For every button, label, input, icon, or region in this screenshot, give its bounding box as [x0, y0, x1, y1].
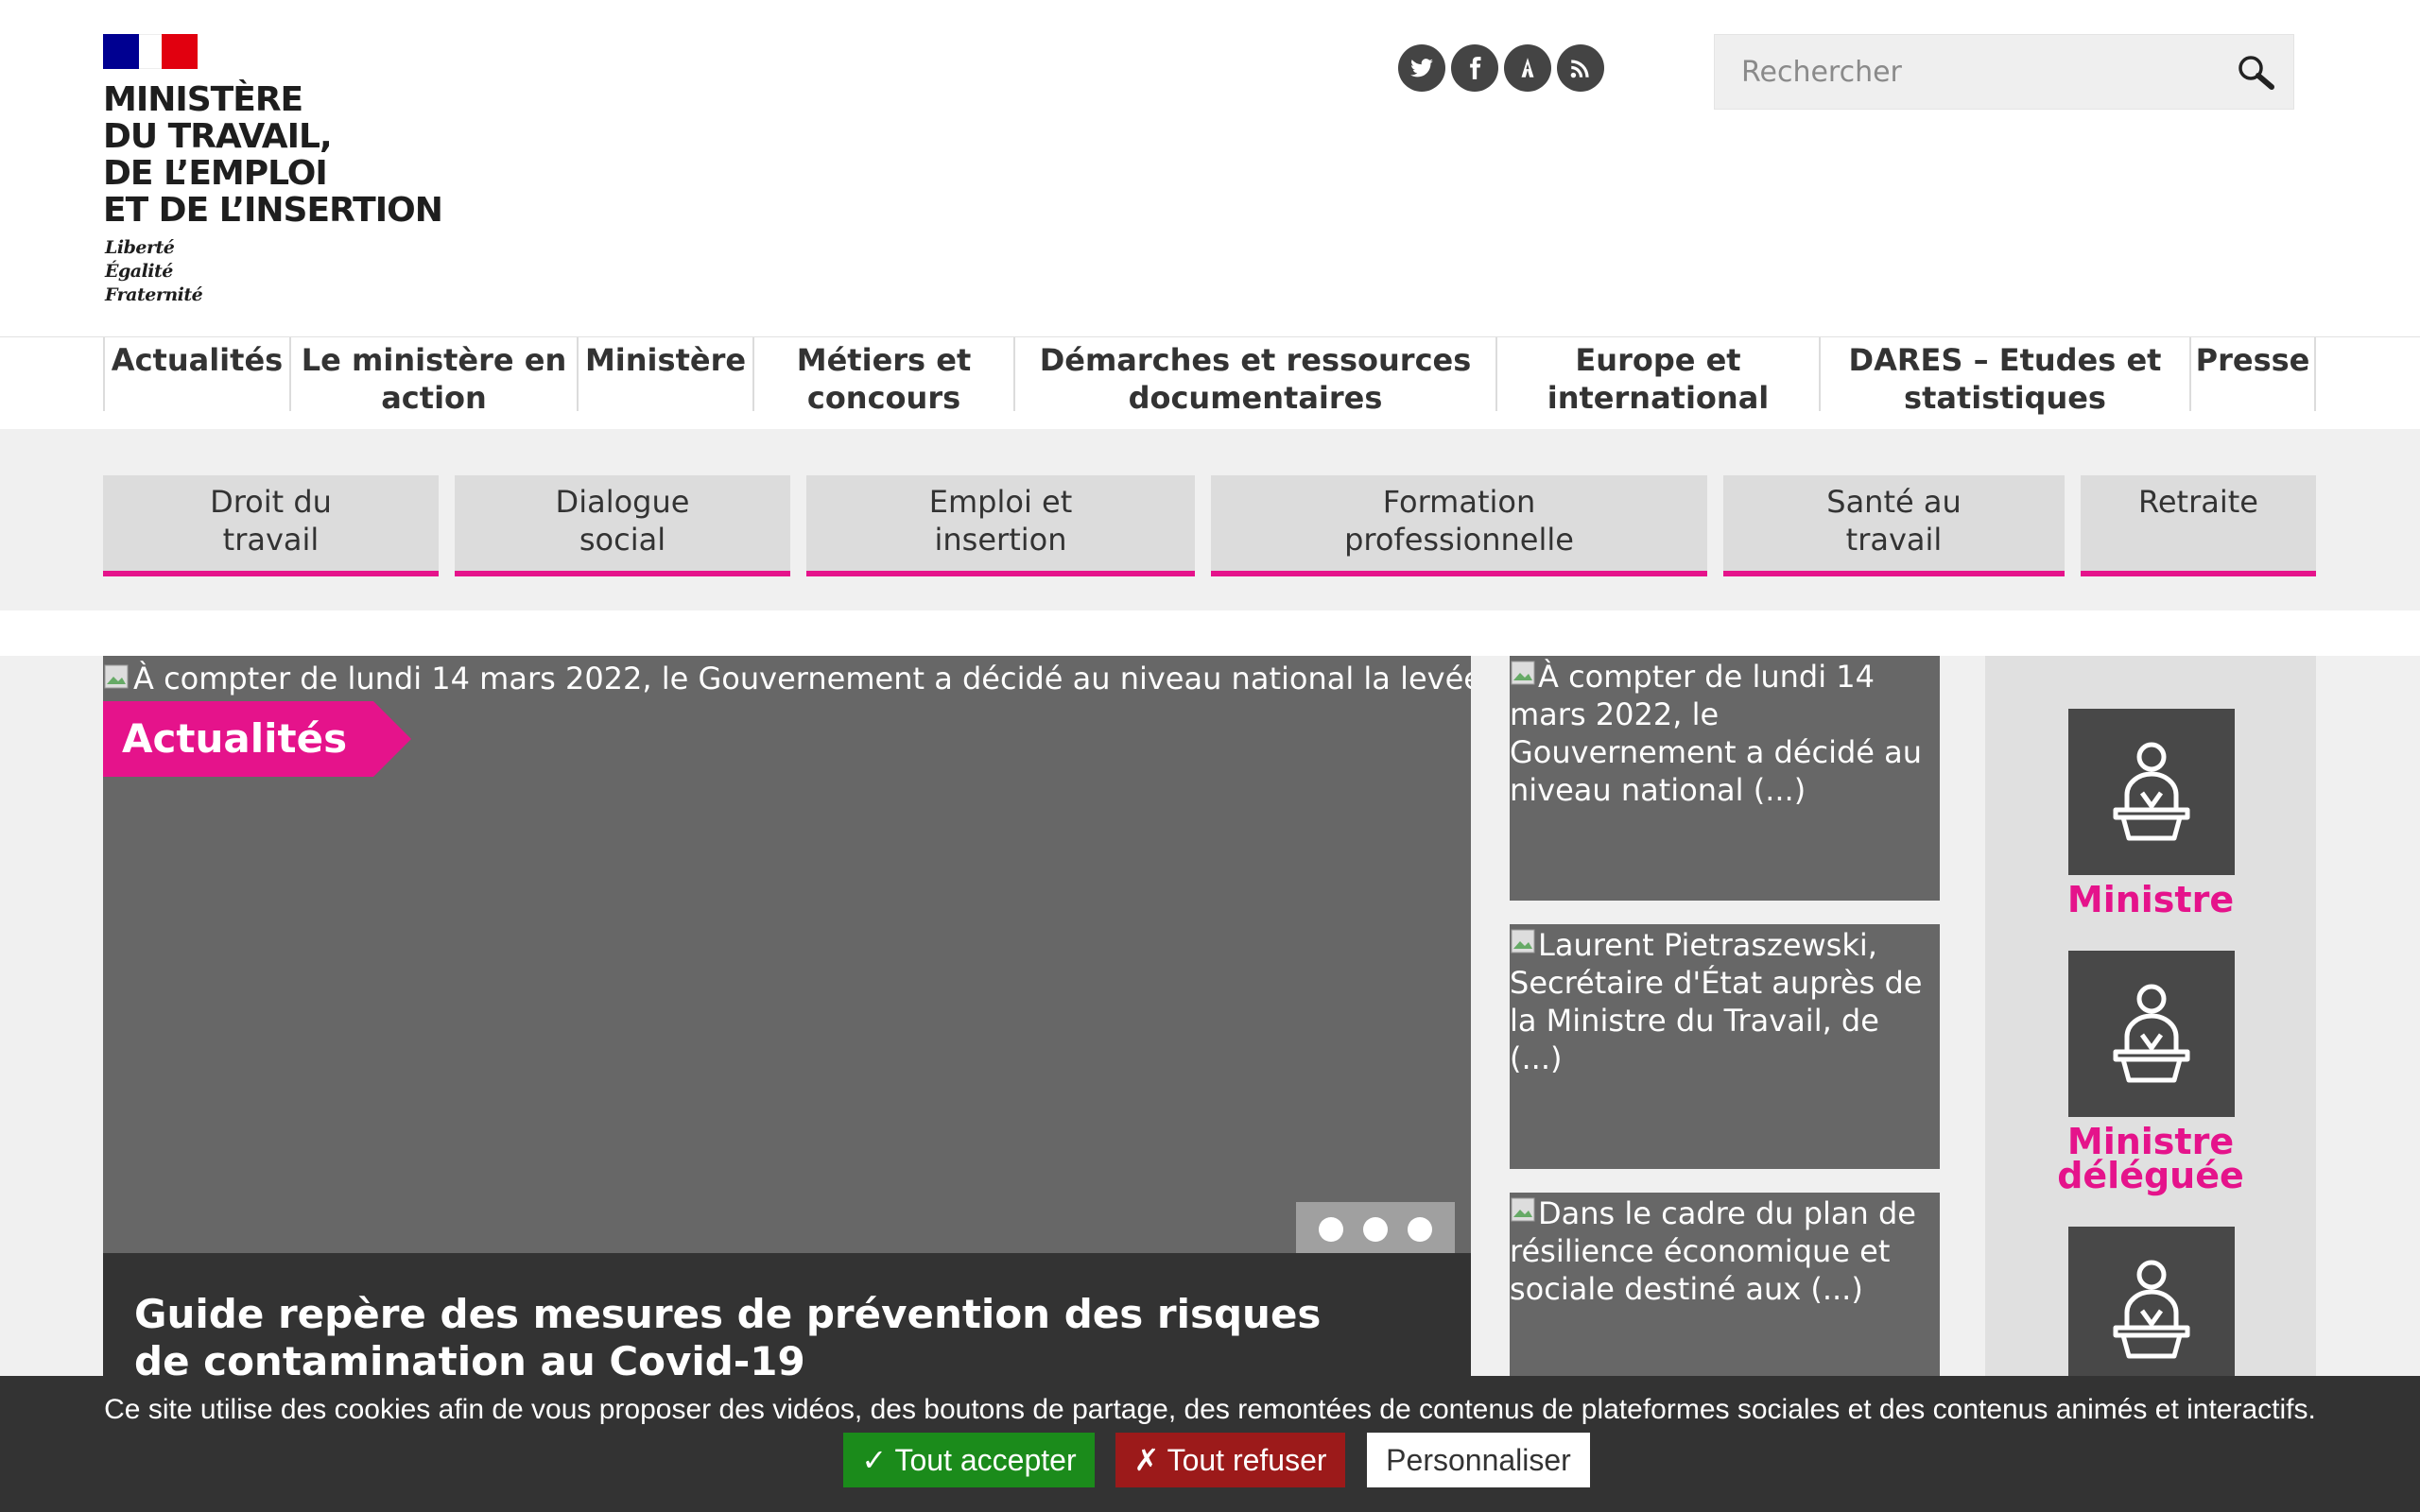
main-navigation: Actualités Le ministère en action Minist… — [0, 336, 2420, 429]
theme-formation-professionnelle[interactable]: Formation professionnelle — [1211, 475, 1707, 576]
nav-item-metiers-concours[interactable]: Métiers et concours — [752, 337, 1013, 416]
slider-image: À compter de lundi 14 mars 2022, le Gouv… — [103, 660, 1471, 701]
news-card[interactable]: À compter de lundi 14 mars 2022, le Gouv… — [1510, 656, 1940, 901]
accept-all-button[interactable]: ✓ Tout accepter — [843, 1433, 1095, 1487]
slider-image-alt: À compter de lundi 14 mars 2022, le Gouv… — [133, 661, 1471, 696]
facebook-icon[interactable] — [1451, 44, 1498, 92]
logo-motto: Liberté Égalité Fraternité — [105, 237, 203, 305]
nav-item-presse[interactable]: Presse — [2189, 337, 2316, 411]
gov-label-ministre[interactable]: Ministre — [1985, 882, 2316, 918]
twitter-icon[interactable] — [1398, 44, 1445, 92]
news-card[interactable]: Laurent Pietraszewski, Secrétaire d'État… — [1510, 924, 1940, 1169]
theme-retraite[interactable]: Retraite — [2081, 475, 2316, 576]
speaker-podium-icon[interactable] — [2068, 709, 2235, 875]
nav-item-europe-international[interactable]: Europe et international — [1495, 337, 1819, 416]
slider-dot-3[interactable] — [1407, 1216, 1432, 1242]
search-icon[interactable] — [2235, 52, 2276, 94]
theme-label: Formation professionnelle — [1344, 484, 1574, 558]
news-card-alt: Dans le cadre du plan de résilience écon… — [1510, 1195, 1916, 1307]
theme-label: Emploi et insertion — [928, 484, 1073, 558]
marianne-flag-icon — [103, 34, 198, 69]
nav-item-dares[interactable]: DARES – Etudes et statistiques — [1819, 337, 2189, 416]
cookie-message: Ce site utilise des cookies afin de vous… — [104, 1394, 2316, 1425]
news-card-alt: Laurent Pietraszewski, Secrétaire d'État… — [1510, 927, 1923, 1076]
speaker-podium-icon[interactable] — [2068, 951, 2235, 1117]
refuse-all-button[interactable]: ✗ Tout refuser — [1115, 1433, 1345, 1487]
slider-dot-2[interactable] — [1362, 1216, 1388, 1242]
search-box — [1714, 34, 2294, 110]
theme-dialogue-social[interactable]: Dialogue social — [455, 475, 790, 576]
customize-button[interactable]: Personnaliser — [1367, 1433, 1590, 1487]
cookie-consent-bar: Ce site utilise des cookies afin de vous… — [0, 1376, 2420, 1512]
theme-emploi-insertion[interactable]: Emploi et insertion — [806, 475, 1195, 576]
themes-band: Droit du travail Dialogue social Emploi … — [0, 429, 2420, 610]
site-header: MINISTÈRE DU TRAVAIL, DE L’EMPLOI ET DE … — [0, 0, 2420, 336]
theme-label: Droit du travail — [210, 484, 332, 558]
theme-label: Santé au travail — [1826, 484, 1962, 558]
slider-dot-1[interactable] — [1319, 1216, 1344, 1242]
search-input[interactable] — [1715, 35, 2206, 109]
broken-image-icon — [104, 664, 129, 689]
logo-title: MINISTÈRE DU TRAVAIL, DE L’EMPLOI ET DE … — [103, 80, 443, 230]
news-card-alt: À compter de lundi 14 mars 2022, le Gouv… — [1510, 659, 1923, 808]
social-links — [1398, 44, 1604, 92]
theme-droit-du-travail[interactable]: Droit du travail — [103, 475, 439, 576]
theme-label: Retraite — [2138, 484, 2258, 520]
nav-item-ministere[interactable]: Ministère — [577, 337, 752, 411]
actualites-ribbon: Actualités — [103, 701, 411, 777]
dailymotion-icon[interactable] — [1504, 44, 1551, 92]
nav-item-demarches[interactable]: Démarches et ressources documentaires — [1013, 337, 1495, 416]
nav-item-ministere-en-action[interactable]: Le ministère en action — [289, 337, 577, 416]
nav-item-actualites[interactable]: Actualités — [103, 337, 289, 411]
slider-pagination — [1296, 1202, 1455, 1256]
slider-caption-title[interactable]: Guide repère des mesures de prévention d… — [134, 1291, 1363, 1385]
gov-label-ministre-deleguee[interactable]: Ministre déléguée — [1985, 1124, 2316, 1194]
ministry-logo[interactable]: MINISTÈRE DU TRAVAIL, DE L’EMPLOI ET DE … — [103, 34, 462, 308]
theme-sante-au-travail[interactable]: Santé au travail — [1723, 475, 2065, 576]
rss-icon[interactable] — [1557, 44, 1604, 92]
speaker-podium-icon[interactable] — [2068, 1227, 2235, 1393]
theme-label: Dialogue social — [555, 484, 690, 558]
